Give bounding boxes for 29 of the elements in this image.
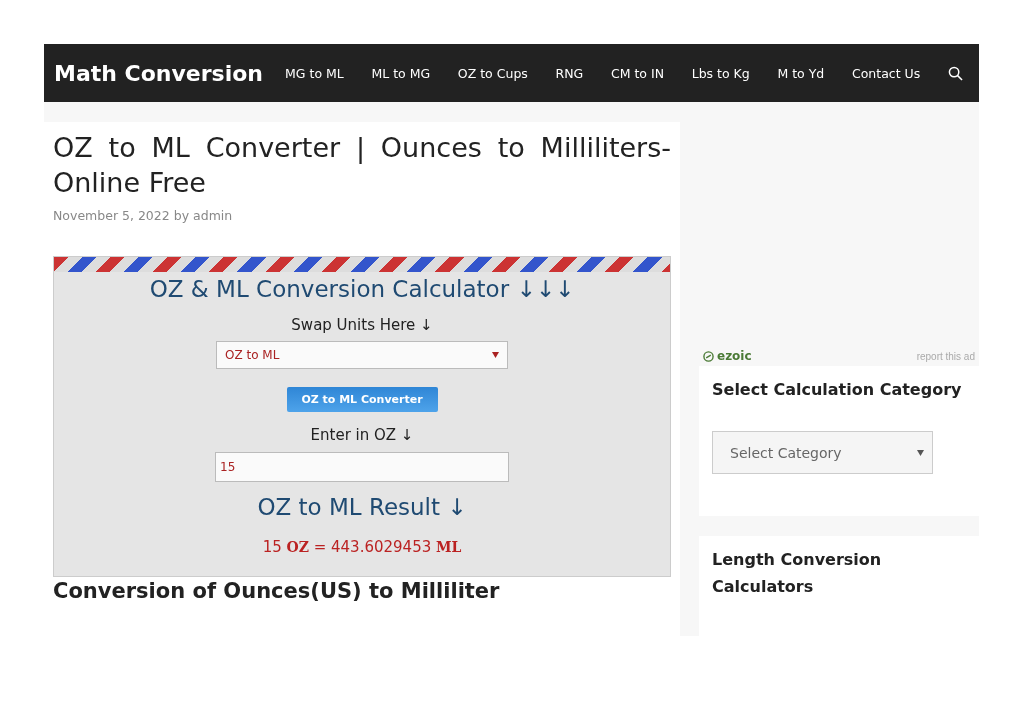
swap-label: Swap Units Here ↓ (291, 316, 433, 334)
calculator-heading: OZ & ML Conversion Calculator ↓↓↓ (149, 276, 575, 302)
ad-brand[interactable]: ezoic (703, 349, 752, 364)
nav-link[interactable]: ML to MG (365, 65, 437, 81)
unit-select[interactable]: OZ to ML (216, 341, 508, 369)
nav-link[interactable]: MG to ML (279, 65, 350, 81)
category-select[interactable]: Select Category (712, 431, 933, 474)
nav-link[interactable]: Contact Us (845, 65, 927, 81)
article-title: OZ to ML Converter | Ounces to Milliliters-Online Free (53, 131, 671, 200)
site-title[interactable]: Math Conversion (54, 60, 264, 86)
caret-icon (492, 352, 499, 358)
widget-title: Length Conversion Calculators (712, 549, 883, 598)
result-heading: OZ to ML Result ↓ (257, 494, 467, 520)
ad-logo-icon (703, 350, 714, 362)
nav-link[interactable]: M to Yd (771, 65, 831, 81)
nav-link[interactable]: OZ to Cups (451, 65, 534, 81)
result-text: 15 OZ = 443.6029453 ML (262, 538, 462, 556)
input-label: Enter in OZ ↓ (310, 426, 414, 444)
caret-icon (917, 449, 924, 456)
nav-link[interactable]: CM to IN (604, 65, 670, 81)
byline: by (173, 208, 190, 223)
post-date: November 5, 2022 (53, 208, 170, 223)
section-heading: Conversion of Ounces(US) to Milliliter (53, 579, 501, 603)
author-link[interactable]: admin (193, 208, 233, 223)
ounces-input[interactable]: 15 (215, 452, 509, 482)
nav-link[interactable]: RNG (549, 65, 590, 81)
search-icon[interactable] (947, 65, 963, 81)
widget-title: Select Calculation Category (712, 379, 963, 401)
nav-link[interactable]: Lbs to Kg (685, 65, 756, 81)
